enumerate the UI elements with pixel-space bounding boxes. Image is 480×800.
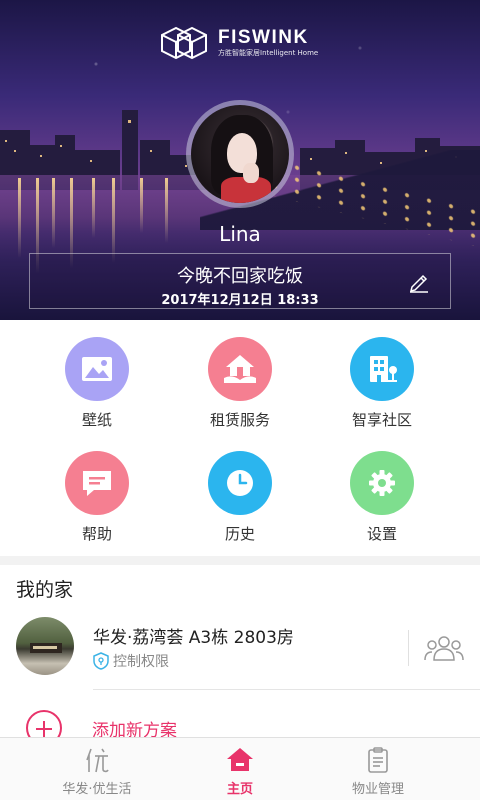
chat-bubble-icon <box>83 471 111 496</box>
clipboard-icon <box>368 747 388 773</box>
user-name: Lina <box>219 222 261 246</box>
permission-label: 控制权限 <box>113 654 169 670</box>
avatar-photo <box>191 105 289 203</box>
image-icon <box>82 357 112 381</box>
building-icon <box>370 356 397 382</box>
house-name[interactable]: 华发·荔湾荟 A3栋 2803房 <box>93 623 294 648</box>
grid-item-settings[interactable]: 设置 <box>312 451 452 544</box>
you-life-icon <box>86 748 109 773</box>
grid-item-label: 壁纸 <box>81 411 112 429</box>
header-banner: FISWINK 方胜智能家居Intelligent Home Lina 今晚不回… <box>0 0 480 320</box>
app-logo: FISWINK 方胜智能家居Intelligent Home <box>158 24 318 62</box>
logo-title: FISWINK <box>218 27 309 48</box>
house-thumbnail[interactable] <box>16 617 74 675</box>
permission-row: 控制权限 <box>93 651 169 671</box>
nav-label: 华发·优生活 <box>62 782 132 797</box>
grid-item-wallpaper[interactable]: 壁纸 <box>27 337 167 430</box>
grid-item-label: 智享社区 <box>351 411 412 429</box>
bottom-navigation: 华发·优生活 主页 物业管理 <box>0 737 480 800</box>
feature-grid: 壁纸 租赁服务 智享社区 帮助 历史 设置 <box>0 320 480 556</box>
grid-item-label: 租赁服务 <box>209 411 270 429</box>
home-icon <box>227 748 253 771</box>
grid-item-label: 设置 <box>366 525 397 543</box>
nav-label: 主页 <box>226 782 253 797</box>
my-home-section: 我的家 华发·荔湾荟 A3栋 2803房 控制权限 添加新方案 <box>0 565 480 746</box>
nav-item-home[interactable]: 主页 <box>160 738 320 800</box>
nav-item-property[interactable]: 物业管理 <box>298 738 458 800</box>
nav-label: 物业管理 <box>351 782 404 797</box>
grid-icon-circle <box>208 337 272 401</box>
grid-item-label: 帮助 <box>81 525 112 543</box>
logo-subtitle: 方胜智能家居Intelligent Home <box>218 49 319 57</box>
status-message-time: 2017年12月12日 18:33 <box>161 293 319 308</box>
clock-icon <box>227 470 253 496</box>
logo-text: FISWINK 方胜智能家居Intelligent Home <box>218 28 318 58</box>
divider <box>93 689 480 690</box>
grid-item-rental[interactable]: 租赁服务 <box>170 337 310 430</box>
grid-item-label: 历史 <box>224 525 255 543</box>
house-hand-icon <box>224 355 256 383</box>
gear-icon <box>369 470 395 496</box>
avatar[interactable] <box>186 100 294 208</box>
grid-icon-circle <box>208 451 272 515</box>
grid-item-help[interactable]: 帮助 <box>27 451 167 544</box>
grid-icon-circle <box>350 451 414 515</box>
status-message-text: 今晚不回家吃饭 <box>177 266 303 287</box>
grid-icon-circle <box>350 337 414 401</box>
divider <box>408 630 409 666</box>
status-message-box[interactable]: 今晚不回家吃饭 2017年12月12日 18:33 <box>29 253 451 309</box>
members-icon[interactable] <box>424 633 464 663</box>
my-home-title: 我的家 <box>16 579 74 601</box>
grid-item-history[interactable]: 历史 <box>170 451 310 544</box>
cube-logo-icon <box>161 26 207 60</box>
grid-icon-circle <box>65 451 129 515</box>
shield-lock-icon <box>93 652 109 670</box>
pencil-icon[interactable] <box>408 271 430 293</box>
grid-item-community[interactable]: 智享社区 <box>312 337 452 430</box>
grid-icon-circle <box>65 337 129 401</box>
nav-item-life[interactable]: 华发·优生活 <box>17 738 177 800</box>
